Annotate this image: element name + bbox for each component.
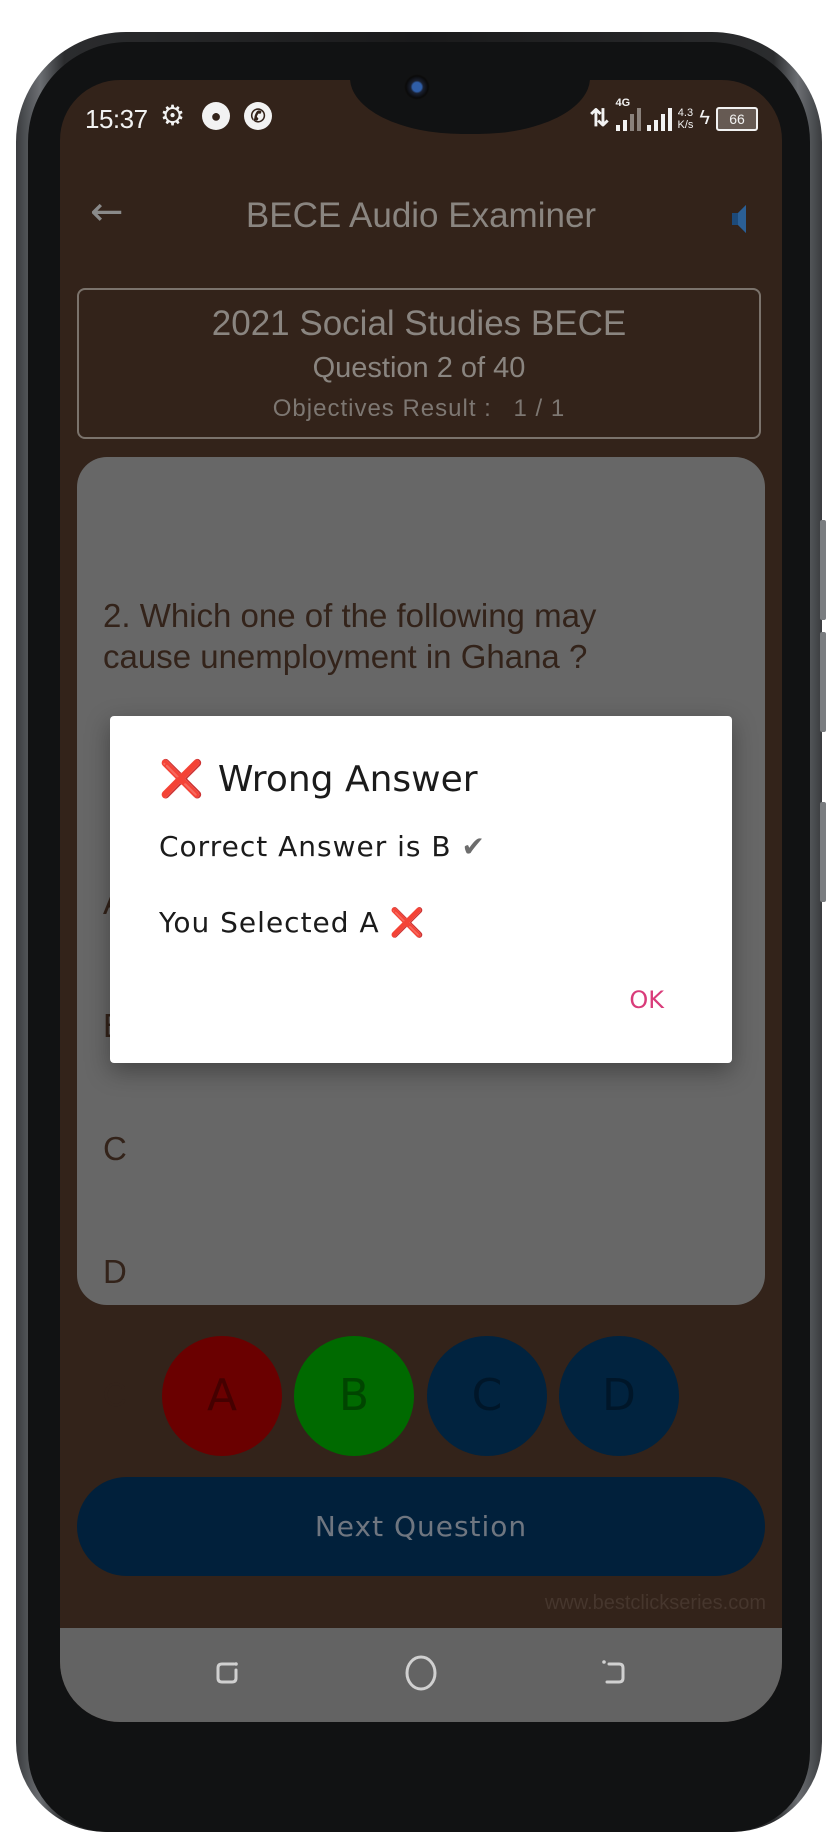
home-icon[interactable] <box>401 1652 441 1692</box>
battery-icon: 66 <box>716 106 758 131</box>
question-progress: Question 2 of 40 <box>312 352 526 384</box>
screen: 15:37 ⚙ ● ✆ ⇅ 4G 4.3 K/s ϟ 66 ← BECE Aud… <box>60 80 782 1722</box>
correct-answer-text: Correct Answer is B <box>159 830 452 863</box>
power-button <box>820 802 826 902</box>
answer-button-a[interactable]: A <box>162 1336 282 1456</box>
net-speed: 4.3 K/s <box>678 107 694 131</box>
answer-button-c[interactable]: C <box>427 1336 547 1456</box>
navigation-bar <box>60 1628 782 1722</box>
option-text-d: D <box>103 1253 127 1290</box>
signal-icon-sim1 <box>615 107 641 131</box>
watermark: www.bestclickseries.com <box>544 1592 766 1614</box>
question-text: 2. Which one of the following may cause … <box>103 597 606 675</box>
selected-answer-text: You Selected A <box>159 906 380 939</box>
next-question-button[interactable]: Next Question <box>77 1477 765 1576</box>
signal-icon-sim2 <box>646 107 672 131</box>
exam-info-box: 2021 Social Studies BECE Question 2 of 4… <box>77 288 761 439</box>
recent-apps-icon[interactable] <box>208 1652 248 1692</box>
charging-icon: ϟ <box>699 107 710 129</box>
dialog-title: ❌ Wrong Answer <box>159 758 478 801</box>
cross-mark-icon: ❌ <box>159 759 204 800</box>
answer-buttons: A B C D <box>60 1336 782 1456</box>
objectives-result: Objectives Result : 1 / 1 <box>79 395 759 423</box>
app-bar: ← BECE Audio Examiner <box>60 180 782 250</box>
check-mark-icon: ✔ <box>461 830 486 863</box>
app-title: BECE Audio Examiner <box>245 196 597 235</box>
result-value: 1 / 1 <box>513 395 566 422</box>
volume-up-button <box>820 520 826 620</box>
ok-button[interactable]: OK <box>629 986 664 1014</box>
data-transfer-icon: ⇅ <box>589 105 610 132</box>
result-label: Objectives Result : <box>272 395 492 422</box>
answer-button-d[interactable]: D <box>559 1336 679 1456</box>
back-icon[interactable] <box>593 1652 633 1692</box>
selected-answer-line: You Selected A ❌ <box>159 906 425 939</box>
correct-answer-line: Correct Answer is B ✔ <box>159 830 486 863</box>
cross-mark-icon: ❌ <box>389 906 426 939</box>
network-type: 4G <box>615 96 631 109</box>
app-notification-icon: ● <box>202 102 230 130</box>
option-text-c: C <box>103 1130 127 1167</box>
status-right: ⇅ 4G 4.3 K/s ϟ 66 <box>589 97 758 133</box>
gear-icon: ⚙ <box>160 100 186 131</box>
net-speed-unit: K/s <box>677 118 694 131</box>
volume-down-button <box>820 632 826 732</box>
net-speed-value: 4.3 <box>677 106 694 119</box>
speaker-icon[interactable] <box>730 202 750 236</box>
dialog-title-text: Wrong Answer <box>217 758 478 800</box>
result-dialog: ❌ Wrong Answer Correct Answer is B ✔ You… <box>110 716 732 1063</box>
front-camera <box>404 74 430 100</box>
phone-call-icon: ✆ <box>244 102 272 130</box>
answer-button-b[interactable]: B <box>294 1336 414 1456</box>
status-time: 15:37 <box>85 104 148 134</box>
exam-title: 2021 Social Studies BECE <box>211 304 627 343</box>
